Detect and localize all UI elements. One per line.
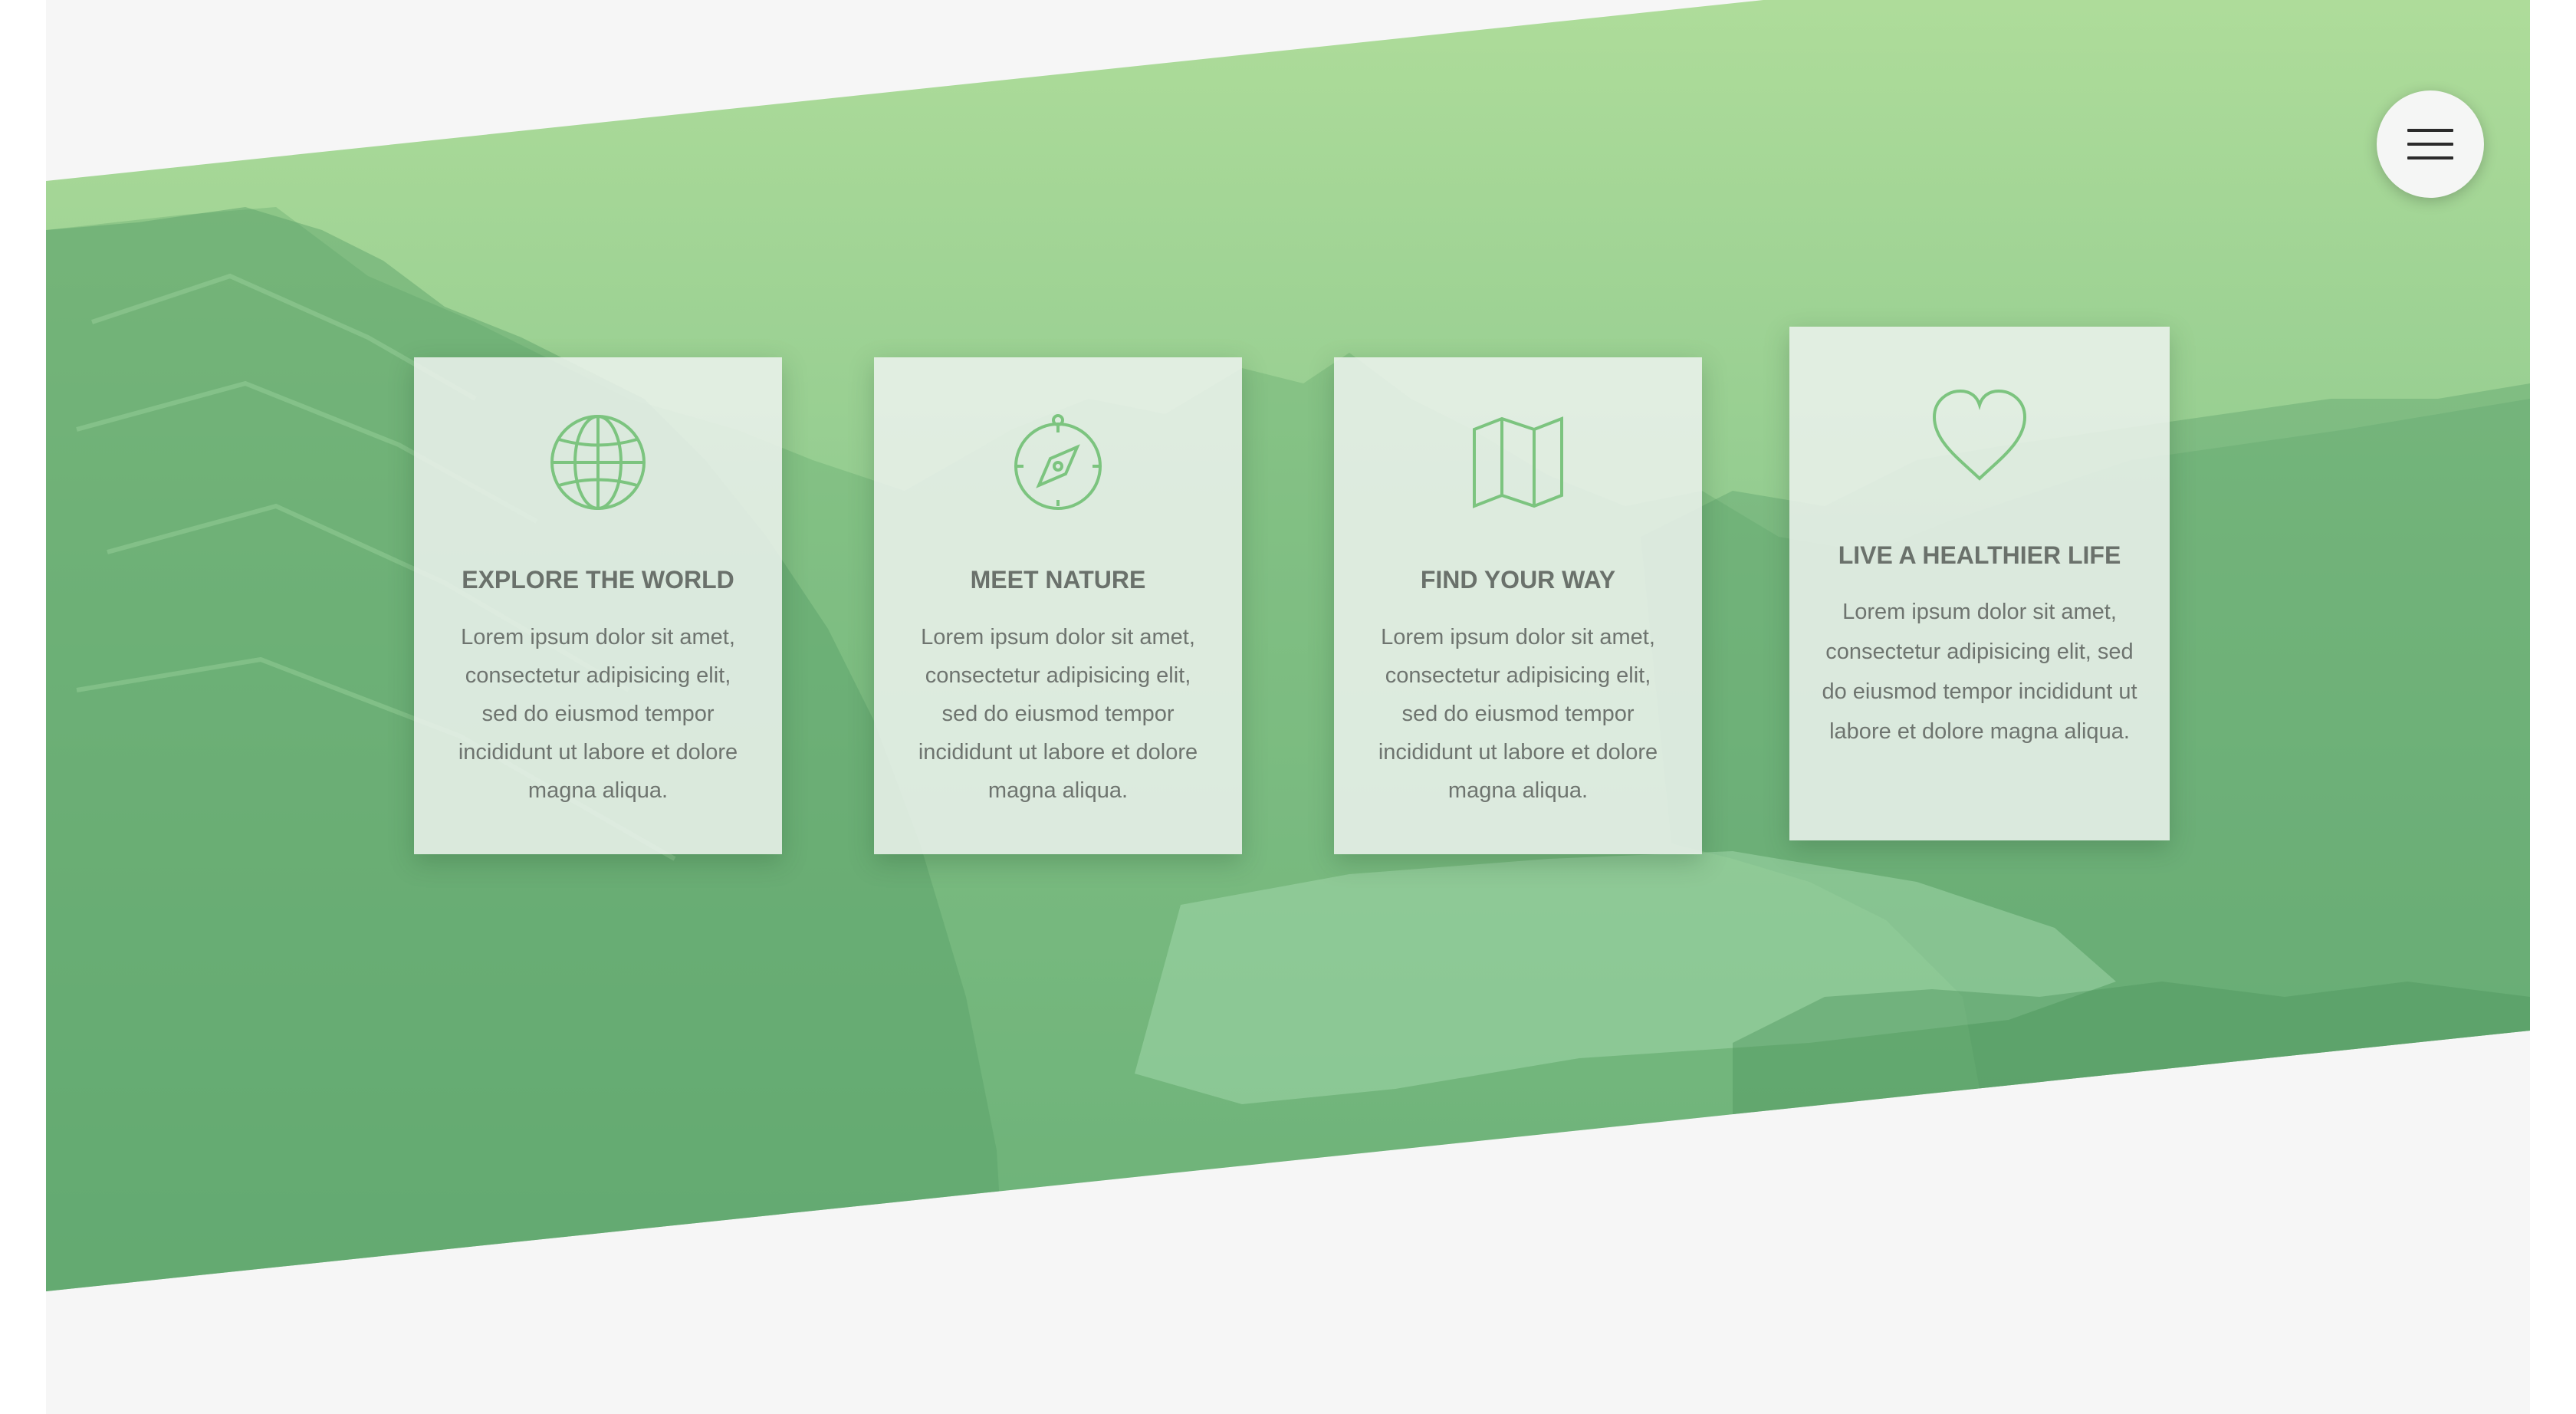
card-text: Lorem ipsum dolor sit amet, consectetur …: [918, 625, 1198, 803]
hamburger-menu-icon: [2407, 129, 2453, 159]
globe-icon: [548, 413, 648, 512]
feature-card-healthier: LIVE A HEALTHIER LIFE Lorem ipsum dolor …: [1789, 327, 2170, 840]
card-title: MEET NATURE: [970, 566, 1146, 594]
card-title: EXPLORE THE WORLD: [462, 566, 734, 594]
card-text: Lorem ipsum dolor sit amet, consectetur …: [1378, 625, 1658, 803]
heart-icon: [1930, 386, 2029, 486]
feature-card-explore: EXPLORE THE WORLD Lorem ipsum dolor sit …: [414, 357, 782, 854]
map-icon: [1468, 413, 1568, 512]
compass-icon: [1008, 413, 1108, 512]
feature-card-nature: MEET NATURE Lorem ipsum dolor sit amet, …: [874, 357, 1242, 854]
menu-button[interactable]: [2377, 90, 2484, 198]
feature-card-way: FIND YOUR WAY Lorem ipsum dolor sit amet…: [1334, 357, 1702, 854]
card-text: Lorem ipsum dolor sit amet, consectetur …: [458, 625, 738, 803]
card-title: LIVE A HEALTHIER LIFE: [1838, 541, 2121, 569]
page: EXPLORE THE WORLD Lorem ipsum dolor sit …: [46, 0, 2530, 1414]
card-title: FIND YOUR WAY: [1420, 566, 1616, 594]
card-text: Lorem ipsum dolor sit amet, consectetur …: [1822, 600, 2137, 744]
